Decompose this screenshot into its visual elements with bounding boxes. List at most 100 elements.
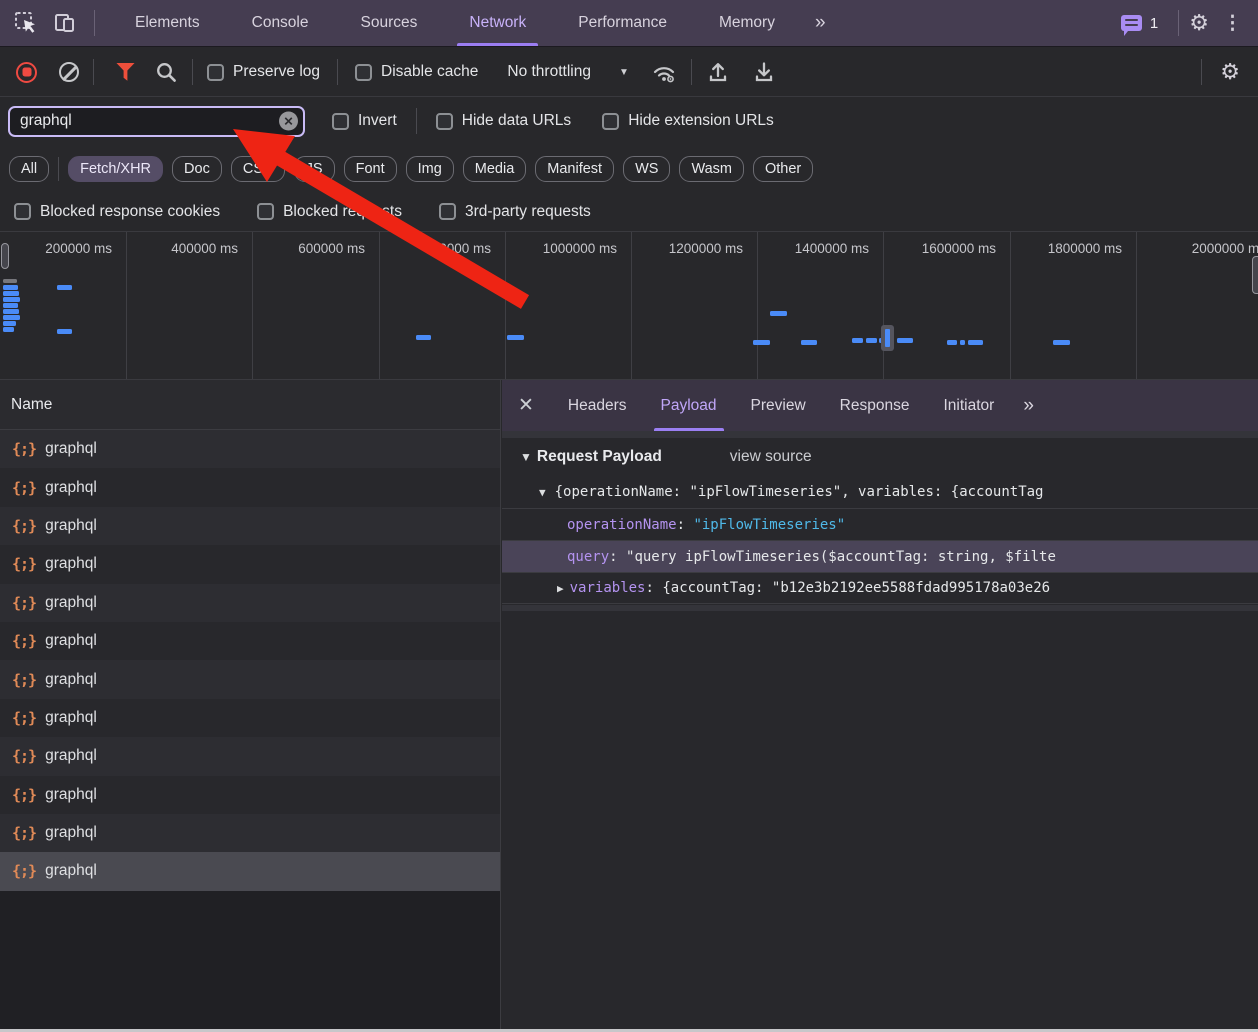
table-row[interactable]: {;}graphql (0, 737, 500, 775)
collapse-triangle-icon[interactable]: ▼ (520, 450, 532, 464)
payload-row-variables[interactable]: ▶ variables: {accountTag: "b12e3b2192ee5… (502, 572, 1258, 604)
expand-triangle-icon[interactable]: ▶ (557, 582, 564, 595)
invert-checkbox[interactable] (332, 113, 349, 130)
filter-pill-css[interactable]: CSS (231, 156, 285, 182)
close-detail-icon[interactable]: ✕ (502, 394, 551, 417)
waterfall-bar[interactable] (3, 291, 19, 296)
device-toolbar-icon[interactable] (52, 10, 78, 36)
tab-network[interactable]: Network (443, 0, 552, 46)
table-row[interactable]: {;}graphql (0, 852, 500, 890)
waterfall-bar[interactable] (3, 327, 14, 332)
waterfall-bar[interactable] (866, 338, 877, 343)
detail-tab-initiator[interactable]: Initiator (926, 380, 1011, 431)
detail-tab-payload[interactable]: Payload (644, 380, 734, 431)
table-row[interactable]: {;}graphql (0, 545, 500, 583)
waterfall-bar[interactable] (801, 340, 817, 345)
table-row[interactable]: {;}graphql (0, 660, 500, 698)
blocked-response-cookies-toggle[interactable]: Blocked response cookies (14, 203, 220, 221)
settings-gear-icon[interactable]: ⚙ (1189, 12, 1209, 34)
preserve-log-checkbox[interactable] (207, 64, 224, 81)
inspect-element-icon[interactable] (13, 10, 39, 36)
clear-filter-icon[interactable]: ✕ (279, 112, 298, 131)
waterfall-bar[interactable] (753, 340, 770, 345)
clear-network-log-icon[interactable] (59, 62, 79, 82)
third-party-requests-toggle[interactable]: 3rd-party requests (439, 203, 591, 221)
detail-tab-preview[interactable]: Preview (734, 380, 823, 431)
hide-extension-urls-toggle[interactable]: Hide extension URLs (602, 112, 774, 130)
hide-data-urls-checkbox[interactable] (436, 113, 453, 130)
network-conditions-icon[interactable] (651, 60, 677, 84)
filter-pill-wasm[interactable]: Wasm (679, 156, 744, 182)
filter-pill-img[interactable]: Img (406, 156, 454, 182)
waterfall-bar[interactable] (897, 338, 913, 343)
filter-pill-doc[interactable]: Doc (172, 156, 222, 182)
filter-input[interactable] (10, 112, 303, 130)
view-source-link[interactable]: view source (730, 448, 812, 466)
waterfall-bar[interactable] (770, 311, 787, 316)
waterfall-bar[interactable] (3, 285, 18, 290)
waterfall-bar[interactable] (3, 303, 18, 308)
tab-performance[interactable]: Performance (552, 0, 693, 46)
table-row[interactable]: {;}graphql (0, 699, 500, 737)
waterfall-bar[interactable] (3, 279, 17, 283)
table-row[interactable]: {;}graphql (0, 430, 500, 468)
payload-row-query-selected[interactable]: query: "query ipFlowTimeseries($accountT… (502, 540, 1258, 572)
expand-triangle-icon[interactable]: ▼ (539, 486, 546, 499)
throttling-dropdown[interactable]: No throttling ▼ (498, 63, 628, 81)
filter-pill-media[interactable]: Media (463, 156, 527, 182)
network-overview-timeline[interactable]: 200000 ms400000 ms600000 ms800000 ms1000… (0, 232, 1258, 380)
hide-data-urls-toggle[interactable]: Hide data URLs (436, 112, 571, 130)
record-network-log-icon[interactable] (16, 62, 37, 83)
filter-pill-all[interactable]: All (9, 156, 49, 182)
filter-pill-manifest[interactable]: Manifest (535, 156, 614, 182)
table-row[interactable]: {;}graphql (0, 814, 500, 852)
network-settings-gear-icon[interactable]: ⚙ (1220, 61, 1240, 83)
table-row[interactable]: {;}graphql (0, 622, 500, 660)
waterfall-bar[interactable] (960, 340, 965, 345)
blocked-requests-toggle[interactable]: Blocked requests (257, 203, 402, 221)
search-icon[interactable] (155, 61, 178, 84)
waterfall-bar[interactable] (507, 335, 524, 340)
payload-summary-row[interactable]: ▼ {operationName: "ipFlowTimeseries", va… (502, 476, 1258, 508)
hide-extension-urls-checkbox[interactable] (602, 113, 619, 130)
filter-pill-other[interactable]: Other (753, 156, 813, 182)
filter-pill-js[interactable]: JS (294, 156, 335, 182)
tab-sources[interactable]: Sources (335, 0, 444, 46)
waterfall-bar[interactable] (3, 297, 20, 302)
waterfall-bar[interactable] (947, 340, 957, 345)
table-row[interactable]: {;}graphql (0, 507, 500, 545)
invert-filter-toggle[interactable]: Invert (332, 112, 397, 130)
import-har-icon[interactable] (706, 60, 730, 84)
detail-tab-response[interactable]: Response (823, 380, 927, 431)
tab-elements[interactable]: Elements (109, 0, 226, 46)
filter-pill-fetchxhr[interactable]: Fetch/XHR (68, 156, 163, 182)
detail-tab-headers[interactable]: Headers (551, 380, 644, 431)
issues-count[interactable]: 1 (1150, 15, 1158, 32)
name-column-header[interactable]: Name (0, 380, 500, 430)
overview-right-grip[interactable] (1252, 256, 1258, 294)
customize-menu-icon[interactable]: ⋮ (1209, 12, 1258, 35)
blocked-requests-checkbox[interactable] (257, 203, 274, 220)
waterfall-bar[interactable] (416, 335, 431, 340)
more-panels-icon[interactable]: » (801, 12, 838, 34)
overview-left-grip[interactable] (1, 243, 9, 269)
third-party-requests-checkbox[interactable] (439, 203, 456, 220)
waterfall-bar[interactable] (57, 285, 72, 290)
table-row[interactable]: {;}graphql (0, 776, 500, 814)
filter-pill-font[interactable]: Font (344, 156, 397, 182)
waterfall-bar[interactable] (57, 329, 72, 334)
waterfall-bar[interactable] (3, 321, 16, 326)
waterfall-bar[interactable] (3, 315, 20, 320)
disable-cache-checkbox[interactable] (355, 64, 372, 81)
tab-memory[interactable]: Memory (693, 0, 801, 46)
export-har-icon[interactable] (752, 60, 776, 84)
more-detail-tabs-icon[interactable]: » (1011, 395, 1044, 417)
waterfall-bar[interactable] (1053, 340, 1070, 345)
waterfall-bar[interactable] (3, 309, 19, 314)
filter-icon[interactable] (116, 63, 135, 82)
table-row[interactable]: {;}graphql (0, 468, 500, 506)
table-row[interactable]: {;}graphql (0, 584, 500, 622)
issues-message-icon[interactable] (1121, 15, 1142, 31)
disable-cache-toggle[interactable]: Disable cache (355, 63, 478, 81)
payload-row-operationName[interactable]: operationName: "ipFlowTimeseries" (502, 508, 1258, 540)
